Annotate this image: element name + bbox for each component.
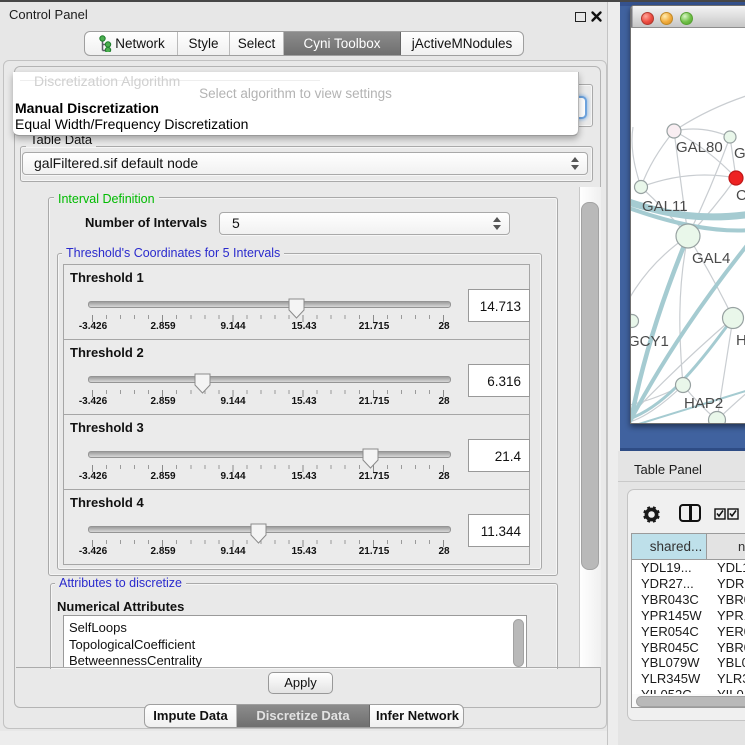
svg-text:GAL11: GAL11 <box>642 198 688 215</box>
svg-text:GCY1: GCY1 <box>630 333 669 350</box>
svg-text:H: H <box>736 332 745 349</box>
svg-text:HAP2: HAP2 <box>684 395 723 412</box>
svg-text:GAL4: GAL4 <box>692 250 730 267</box>
svg-text:GA: GA <box>734 145 745 162</box>
svg-text:C: C <box>736 187 745 204</box>
svg-text:GAL80: GAL80 <box>676 139 723 156</box>
